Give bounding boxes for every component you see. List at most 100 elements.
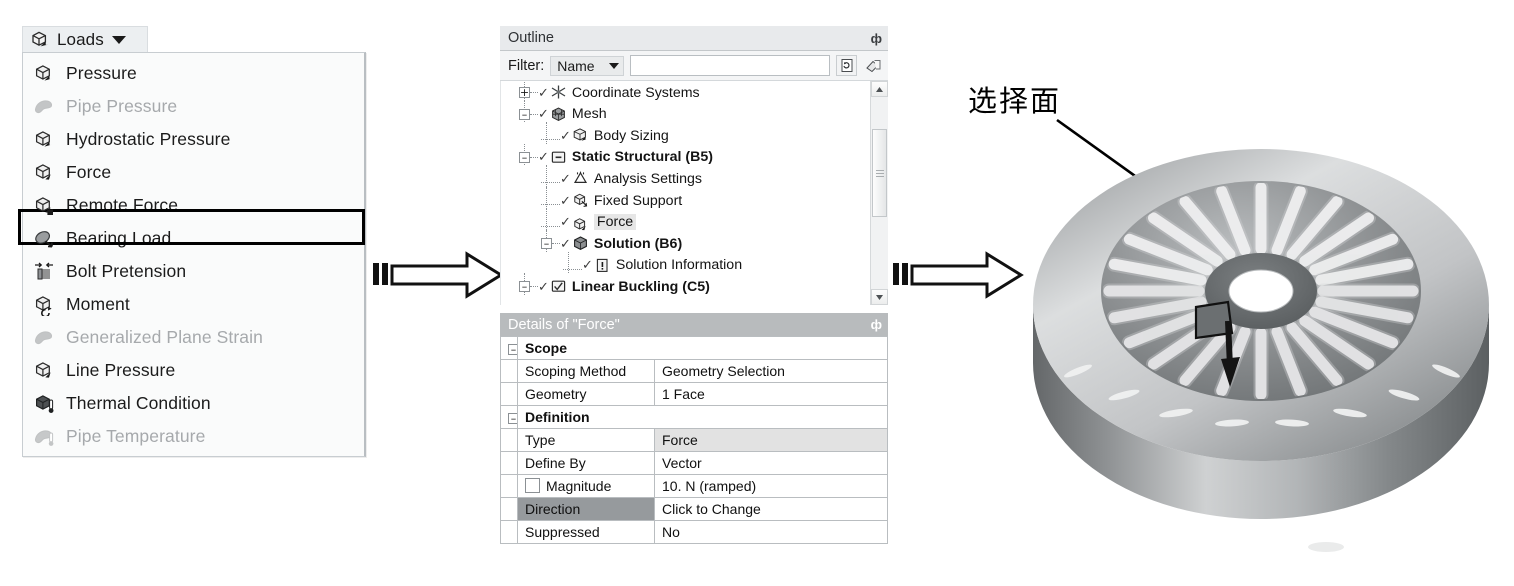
loads-menu-item-force[interactable]: Force (23, 156, 364, 189)
tree-connector (530, 92, 538, 93)
tree-node-solution-b6[interactable]: – ✓ Solution (B6) (541, 234, 682, 253)
loads-menu: Loads Pressure Pipe Pressure Hydrostatic P… (18, 26, 374, 457)
outline-scrollbar[interactable] (870, 81, 888, 305)
checkmark-icon: ✓ (560, 192, 571, 208)
tree-node-body-sizing[interactable]: ✓ Body Sizing (541, 126, 669, 145)
tree-connector (530, 113, 538, 115)
loads-menu-item-remote-force[interactable]: Remote Force (23, 189, 364, 222)
tree-node-mesh[interactable]: – ✓ Mesh (519, 105, 607, 124)
loads-menu-item-bearing-load[interactable]: Bearing Load (23, 222, 364, 255)
flow-arrow-1 (373, 251, 504, 299)
loads-menu-item-label: Line Pressure (66, 360, 176, 380)
refresh-page-icon[interactable] (836, 55, 857, 76)
details-row[interactable]: Magnitude 10. N (ramped) (500, 474, 888, 498)
details-property-label-text: Magnitude (546, 478, 612, 494)
tree-connector (541, 182, 560, 184)
checkmark-icon: ✓ (560, 127, 571, 143)
loads-menu-item-line-pressure[interactable]: Line Pressure (23, 354, 364, 387)
fixed-support-icon (572, 192, 589, 209)
tree-node-coordinate-systems[interactable]: + ✓ Coordinate Systems (519, 83, 700, 102)
details-row[interactable]: Type Force (500, 428, 888, 452)
thermal-condition-icon (33, 393, 55, 415)
filter-select-value: Name (557, 57, 595, 74)
pin-icon[interactable]: ф (871, 31, 882, 46)
details-property-label: Scoping Method (517, 359, 655, 383)
moment-icon (33, 294, 55, 316)
details-row-gutter (500, 359, 518, 383)
details-table: – Scope Scoping Method Geometry Selection Ge… (500, 336, 888, 544)
tree-connector (552, 243, 560, 245)
loads-menu-item-bolt-pretension[interactable]: Bolt Pretension (23, 255, 364, 288)
scroll-thumb-grip[interactable] (872, 129, 887, 217)
tree-node-label: Body Sizing (593, 127, 669, 144)
details-property-label: Define By (517, 451, 655, 475)
tree-connector (541, 204, 560, 205)
details-group-label: Definition (517, 405, 888, 429)
magnitude-checkbox[interactable] (525, 478, 540, 493)
tree-node-label: Fixed Support (593, 192, 683, 209)
coordinate-systems-icon (550, 84, 567, 101)
details-property-label: Magnitude (517, 474, 655, 498)
scroll-up-icon[interactable] (871, 81, 888, 97)
line-pressure-icon (33, 360, 55, 382)
plane-strain-icon (33, 327, 55, 349)
details-row[interactable]: Suppressed No (500, 520, 888, 544)
eraser-icon[interactable] (863, 55, 884, 76)
loads-menu-item-moment[interactable]: Moment (23, 288, 364, 321)
checkmark-icon: ✓ (538, 106, 549, 122)
details-row[interactable]: Define By Vector (500, 451, 888, 475)
outline-title: Outline (508, 30, 554, 46)
tree-node-label: Solution Information (615, 257, 743, 274)
collapse-icon[interactable]: – (541, 238, 552, 250)
details-property-label: Direction (517, 497, 655, 521)
details-property-label: Type (517, 428, 655, 452)
tree-node-label: Static Structural (B5) (571, 149, 714, 166)
tree-node-solution-information[interactable]: ✓ Solution Information (563, 256, 742, 275)
tree-node-fixed-support[interactable]: ✓ Fixed Support (541, 191, 682, 210)
tree-node-static-structural-b5[interactable]: – ✓ Static Structural (B5) (519, 148, 713, 167)
details-property-value[interactable]: 1 Face (654, 382, 888, 406)
tree-connector (530, 286, 538, 288)
loads-menu-item-label: Thermal Condition (66, 393, 211, 413)
clutch-cover-3d-model[interactable] (1016, 95, 1506, 565)
tree-node-linear-buckling-c5[interactable]: – ✓ Linear Buckling (C5) (519, 277, 710, 296)
loads-menu-list: Pressure Pipe Pressure Hydrostatic Pressur… (18, 52, 366, 457)
details-row[interactable]: Scoping Method Geometry Selection (500, 359, 888, 383)
expand-icon[interactable]: + (519, 87, 530, 98)
pin-icon[interactable]: ф (871, 317, 882, 332)
outline-tree[interactable]: + ✓ Coordinate Systems – ✓ Mesh ✓ Body Sizing – ✓… (500, 81, 888, 305)
collapse-icon[interactable]: – (500, 336, 518, 360)
outline-panel: Outline ф Filter: Name + ✓ Coordinate Sy… (500, 26, 888, 308)
details-property-value[interactable]: Geometry Selection (654, 359, 888, 383)
collapse-icon[interactable]: – (500, 405, 518, 429)
filter-input[interactable] (630, 55, 830, 76)
details-property-value[interactable]: No (654, 520, 888, 544)
flow-arrow-2 (893, 251, 1024, 299)
collapse-icon[interactable]: – (519, 281, 530, 293)
filter-select[interactable]: Name (550, 55, 625, 76)
details-property-label: Suppressed (517, 520, 655, 544)
loads-dropdown-button[interactable]: Loads (22, 26, 148, 52)
details-property-value[interactable]: Click to Change (654, 497, 888, 521)
tree-node-analysis-settings[interactable]: ✓ Analysis Settings (541, 169, 702, 188)
loads-menu-item-pressure[interactable]: Pressure (23, 57, 364, 90)
collapse-icon[interactable]: – (519, 151, 530, 163)
outline-filter-bar: Filter: Name (500, 51, 888, 81)
details-row[interactable]: – Definition (500, 405, 888, 429)
details-property-value[interactable]: 10. N (ramped) (654, 474, 888, 498)
solution-information-icon (594, 257, 611, 274)
details-property-value[interactable]: Force (654, 428, 888, 452)
details-row-gutter (500, 474, 518, 498)
details-property-value[interactable]: Vector (654, 451, 888, 475)
loads-menu-item-thermal-condition[interactable]: Thermal Condition (23, 387, 364, 420)
cube-arrow-icon (29, 29, 51, 51)
loads-menu-item-hydrostatic-pressure[interactable]: Hydrostatic Pressure (23, 123, 364, 156)
scroll-down-icon[interactable] (871, 289, 888, 305)
tree-node-force[interactable]: ✓ Force (541, 213, 637, 232)
checkmark-icon: ✓ (538, 84, 549, 100)
details-row[interactable]: Geometry 1 Face (500, 382, 888, 406)
body-sizing-icon (572, 127, 589, 144)
details-row[interactable]: – Scope (500, 336, 888, 360)
collapse-icon[interactable]: – (519, 108, 530, 120)
details-row[interactable]: Direction Click to Change (500, 497, 888, 521)
